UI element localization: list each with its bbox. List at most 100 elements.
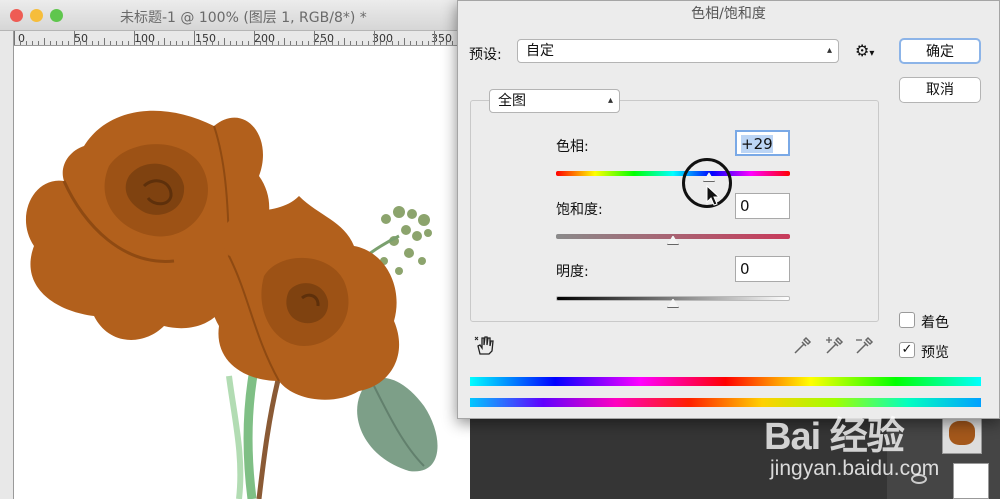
ruler-tick [410,41,411,45]
colorize-checkbox[interactable] [899,312,915,328]
select-arrows-icon: ▴︎ [826,45,832,56]
vertical-ruler[interactable] [0,31,14,499]
ruler-tick [362,41,363,45]
ruler-tick [212,41,213,45]
preset-select[interactable]: 自定 ▴︎ [517,39,839,63]
input-color-bar [470,377,981,386]
ruler-tick [50,41,51,45]
layer-row[interactable] [887,408,1000,499]
background-layer-thumbnail[interactable] [953,463,989,499]
ruler-tick [302,41,303,45]
layer-thumbnail-rose [949,421,975,445]
ruler-tick [398,41,399,45]
ruler-tick [314,31,315,45]
ruler-tick [68,41,69,45]
ruler-tick [392,41,393,45]
ruler-tick [56,41,57,45]
ruler-tick [206,41,207,45]
lightness-label: 明度: [556,264,589,280]
ruler-tick [332,41,333,45]
ruler-tick [170,41,171,45]
ruler-label: 300 [372,32,393,45]
ruler-tick [368,41,369,45]
ruler-tick [416,41,417,45]
ruler-tick [122,41,123,45]
ruler-tick [140,41,141,45]
ruler-tick [80,41,81,45]
ruler-tick [242,41,243,45]
ruler-tick [266,41,267,45]
cancel-button[interactable]: 取消 [899,77,981,103]
ok-button[interactable]: 确定 [899,38,981,64]
maximize-window-button[interactable] [50,9,63,22]
ruler-tick [308,41,309,45]
layer-thumbnail[interactable] [942,414,982,454]
ruler-tick [236,41,237,45]
ruler-tick [74,31,75,45]
eyedropper-subtract-icon[interactable] [854,336,874,356]
saturation-input[interactable]: 0 [735,193,790,219]
gear-icon[interactable]: ⚙︎▾ [855,41,874,60]
ruler-tick [92,41,93,45]
channel-select[interactable]: 全图 ▴ [489,89,620,113]
eyedropper-icon[interactable] [792,336,812,356]
ruler-tick [182,41,183,45]
ruler-tick [278,41,279,45]
ruler-tick [260,41,261,45]
ruler-tick [32,41,33,45]
preview-checkbox[interactable]: ✓ [899,342,915,358]
hue-value: +29 [741,135,773,153]
ruler-tick [116,41,117,45]
ruler-tick [356,41,357,45]
ruler-tick [110,41,111,45]
ruler-tick [386,41,387,45]
ruler-tick [176,41,177,45]
select-arrows-icon: ▴ [607,95,613,106]
ruler-tick [104,38,105,45]
ruler-tick [218,41,219,45]
ruler-tick [254,31,255,45]
ruler-tick [380,41,381,45]
ruler-tick [38,41,39,45]
ruler-tick [20,41,21,45]
ruler-tick [188,41,189,45]
hand-adjust-icon[interactable] [474,334,496,356]
ruler-tick [200,41,201,45]
ruler-tick [338,41,339,45]
close-window-button[interactable] [10,9,23,22]
document-canvas[interactable] [14,46,470,499]
ruler-tick [98,41,99,45]
eyedropper-add-icon[interactable] [824,336,844,356]
ruler-tick [14,31,15,45]
cursor-arrow-icon [706,185,721,206]
preset-value: 自定 [526,43,554,59]
ruler-tick [452,41,453,45]
ruler-tick [344,38,345,45]
ruler-tick [62,41,63,45]
lightness-input[interactable]: 0 [735,256,790,282]
horizontal-ruler[interactable]: 0 50 100 150 200 250 300 350 [14,31,470,46]
channel-value: 全图 [498,93,526,109]
ruler-tick [194,31,195,45]
hue-saturation-dialog: 色相/饱和度 预设: 自定 ▴︎ ⚙︎▾ 确定 取消 全图 ▴ 色相: +29 … [457,0,1000,419]
adjustment-group [470,100,879,322]
ruler-tick [272,41,273,45]
ruler-tick [44,38,45,45]
dialog-title: 色相/饱和度 [691,6,766,22]
ruler-tick [434,31,435,45]
preset-label: 预设: [469,47,502,63]
preview-label: 预览 [921,345,949,361]
ruler-tick [404,38,405,45]
colorize-label: 着色 [921,315,949,331]
document-title: 未标题-1 @ 100% (图层 1, RGB/8*) * [120,10,367,26]
ruler-tick [146,41,147,45]
ruler-tick [320,41,321,45]
ruler-tick [248,41,249,45]
hue-slider-track[interactable] [556,171,790,176]
hue-input[interactable]: +29 [735,130,790,156]
ruler-tick [290,41,291,45]
minimize-window-button[interactable] [30,9,43,22]
ruler-tick [326,41,327,45]
eye-icon[interactable] [911,474,927,484]
ruler-tick [446,41,447,45]
